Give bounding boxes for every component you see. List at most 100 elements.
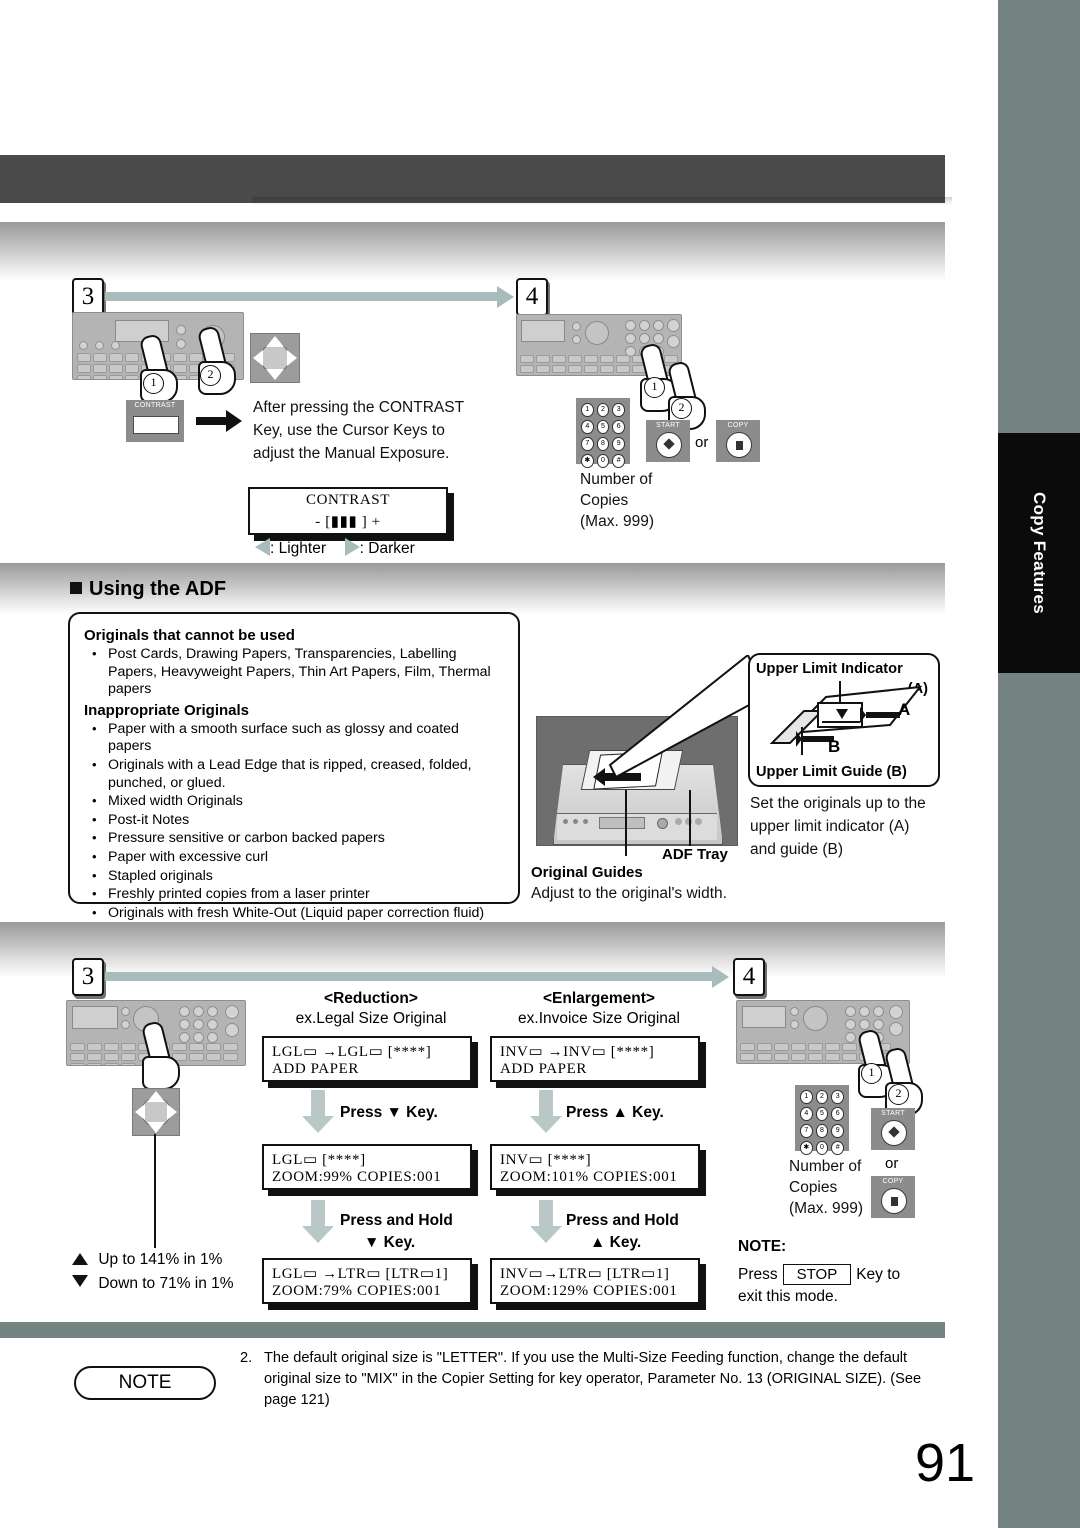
cursor-up-icon-zoom [147,1091,165,1102]
start-key-caption-bottom: START [881,1110,905,1117]
panel-led-a [572,322,581,331]
numpad-key-✱: ✱ [800,1141,813,1155]
panel-led-3 [111,341,120,350]
chapter-tab-label: Copy Features [1030,492,1049,614]
numpad-key-8: 8 [596,437,610,451]
note-badge: NOTE [74,1366,216,1400]
copies-caption-line1-top: Number of [580,471,653,488]
step-number-4-zoom: 4 [733,958,765,996]
contrast-lcd-screen: CONTRAST - [▮▮▮ ] + [248,487,448,535]
copy-key-face-bottom [881,1188,907,1214]
up-arrow-icon [72,1253,88,1265]
footer-separator-band [0,1322,945,1338]
panel-led-b [572,335,581,344]
numpad-key-2: 2 [815,1090,829,1104]
stop-note-after: Key to [856,1266,901,1283]
pointer-arrow-stem [196,417,226,425]
cursor-down-icon-zoom [147,1122,165,1133]
cursor-down-icon [266,369,284,380]
panel-mode-led-1 [176,325,186,335]
inappropriate-title: Inappropriate Originals [84,701,250,719]
adf-restrictions-box: Originals that cannot be used Post Cards… [68,612,520,921]
copies-caption-line3-bottom: (Max. 999) [789,1200,864,1217]
lighter-label: : Lighter [270,540,327,557]
stop-note-line2: exit this mode. [738,1288,838,1305]
numpad-key-2: 2 [596,403,610,417]
reduction-example: ex.Legal Size Original [295,1010,447,1027]
flow-line-contrast [105,292,498,301]
numpad-key-1: 1 [581,403,594,417]
copy-key-illustration-top: COPY [716,420,760,462]
header-band [0,155,945,203]
numpad-key-0: 0 [596,454,610,468]
panel-cursor-keys-step4 [585,321,609,345]
list-item: Mixed width Originals [84,792,504,811]
darker-label: : Darker [359,540,415,557]
down-arrow-icon [72,1275,88,1287]
enlargement-screen-3: INV▭→LTR▭ [LTR▭1] ZOOM:129% COPIES:001 [490,1258,700,1304]
enlargement-screen-2: INV▭ [****] ZOOM:101% COPIES:001 [490,1144,700,1190]
page-edge-strip [998,0,1080,1528]
or-label-step4-bottom: or [885,1155,899,1172]
list-item: Originals with fresh White-Out (Liquid p… [84,904,504,923]
inappropriate-list: Paper with a smooth surface such as glos… [84,720,504,923]
section-gradient-zoom [0,922,945,978]
copy-key-illustration-bottom: COPY [871,1176,915,1218]
stop-note-before: Press [738,1266,778,1283]
copy-key-caption: COPY [727,422,749,429]
cursor-up-icon [266,336,284,347]
list-item: Post-it Notes [84,811,504,830]
start-key-caption: START [656,422,680,429]
numpad-key-✱: ✱ [581,454,594,468]
copy-key-caption-bottom: COPY [882,1178,904,1185]
enlargement-screen2-line1: INV▭ [****] [500,1152,592,1168]
panel-numkey-r1c3 [653,320,664,331]
flow-arrow-zoom [712,966,729,988]
list-item: Post Cards, Drawing Papers, Transparenci… [84,645,504,699]
contrast-instruction-text: After pressing the CONTRAST Key, use the… [253,399,464,462]
upper-limit-indicator-label: Upper Limit Indicator [756,661,903,677]
list-item: Originals with a Lead Edge that is rippe… [84,756,504,792]
contrast-lcd-line2: - [▮▮▮ ] + [315,514,381,530]
enlargement-screen3-line2: ZOOM:129% COPIES:001 [500,1283,678,1299]
contrast-legend: : Lighter : Darker [255,538,415,558]
numpad-key-6: 6 [612,420,625,434]
copy-key-face [726,432,752,458]
enlargement-title: <Enlargement> [543,990,655,1007]
tray-sketch [769,681,923,755]
numeric-keypad-step4-top: 1 2 3 4 5 6 7 8 9 ✱ 0 # [576,398,630,468]
panel-led-1 [79,341,88,350]
numeric-keypad-step4-bottom: 1 2 3 4 5 6 7 8 9 ✱ 0 # [795,1085,849,1155]
step-number-3-zoom: 3 [72,958,104,996]
flow-arrow-contrast [497,286,514,308]
stop-key-label: STOP [782,1264,852,1285]
cursor-left-icon-zoom [135,1104,145,1120]
or-label-step4-top: or [695,434,709,451]
marker-a-label: A [898,700,911,719]
cursor-right-icon-zoom [167,1104,177,1120]
reduction-screen-2: LGL▭ [****] ZOOM:99% COPIES:001 [262,1144,472,1190]
enlargement-screen1-line2: ADD PAPER [500,1061,587,1077]
enlargement-example: ex.Invoice Size Original [518,1010,680,1027]
marker-b-label: B [828,737,841,756]
hand-marker-1-step4-bottom: 1 [861,1063,882,1084]
original-guides-text: Adjust to the original's width. [531,885,727,902]
cursor-keys-diagram-zoom [132,1088,180,1136]
panel-lcd-step4 [521,320,565,342]
set-originals-text: Set the originals up to the upper limit … [750,795,926,858]
numpad-key-9: 9 [612,437,625,451]
cursor-right-icon [287,350,297,366]
start-key-illustration-top: START [646,420,690,462]
copies-caption-line3-top: (Max. 999) [580,513,655,530]
copies-caption-line1-bottom: Number of [789,1158,862,1175]
adf-section-heading: Using the ADF [70,578,226,601]
lighter-arrow-icon [255,538,270,556]
enlargement-screen2-line2: ZOOM:101% COPIES:001 [500,1169,678,1185]
step-number-3-contrast: 3 [72,278,104,316]
numpad-key-#: # [831,1141,844,1155]
stop-note-title: NOTE: [738,1238,787,1255]
footer-note-number: 2. [240,1350,253,1366]
stop-note-line1: Press STOP Key to [738,1264,900,1285]
contrast-key-face [133,416,179,434]
panel-start-key [667,335,680,348]
